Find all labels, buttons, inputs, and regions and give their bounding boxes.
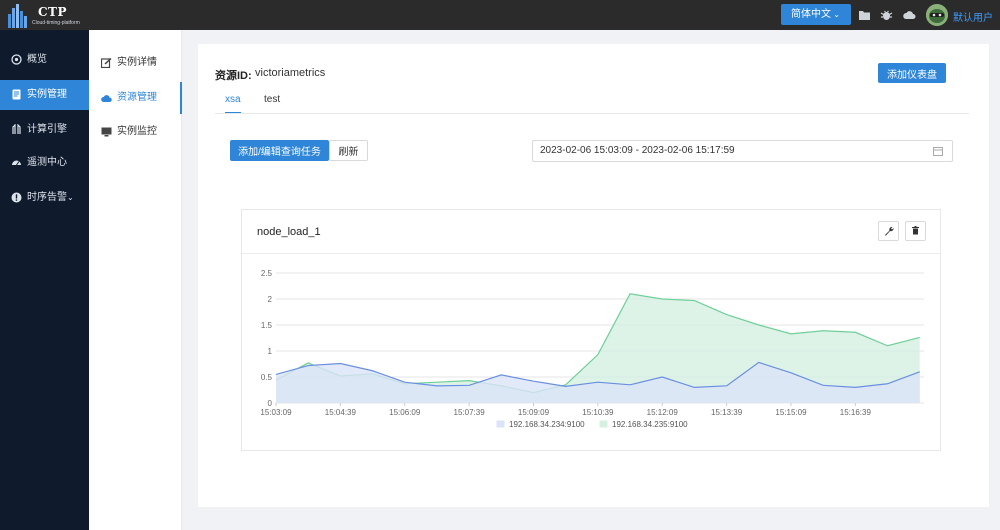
x-tick-label: 15:13:39 — [711, 408, 743, 417]
sidebar-item-telemetry[interactable]: 遥测中心 — [0, 148, 89, 178]
subnav-item-label: 实例监控 — [117, 126, 157, 137]
cloud-icon[interactable] — [903, 9, 916, 21]
tab-xsa[interactable]: xsa — [225, 94, 241, 114]
logo-subtitle: Cloud-timing-platform — [32, 20, 80, 26]
tab-test[interactable]: test — [264, 94, 280, 114]
x-tick-label: 15:03:09 — [260, 408, 292, 417]
sidebar-item-label: 计算引擎 — [27, 124, 67, 135]
legend-swatch — [496, 420, 505, 428]
sub-navigation: 实例详情 资源管理 实例监控 — [89, 30, 182, 530]
trash-icon — [912, 226, 919, 235]
alert-icon — [11, 192, 22, 203]
x-tick-label: 15:07:39 — [454, 408, 486, 417]
time-range-value: 2023-02-06 15:03:09 - 2023-02-06 15:17:5… — [540, 145, 735, 156]
sidebar-item-engine[interactable]: 计算引擎 — [0, 115, 89, 145]
monitor-icon — [101, 127, 112, 137]
tabs-divider — [215, 113, 969, 114]
chevron-down-icon: ⌄ — [833, 10, 840, 19]
x-tick-label: 15:04:39 — [325, 408, 357, 417]
sidebar-item-label: 概览 — [27, 54, 47, 65]
sidebar-item-instances[interactable]: 实例管理 — [0, 80, 89, 110]
bug-icon[interactable] — [880, 9, 893, 21]
x-tick-label: 15:15:09 — [775, 408, 807, 417]
x-tick-label: 15:16:39 — [840, 408, 872, 417]
chart-panel-header: node_load_1 — [242, 210, 940, 254]
add-query-button[interactable]: 添加/编辑查询任务 — [230, 140, 329, 161]
time-range-picker[interactable]: 2023-02-06 15:03:09 - 2023-02-06 15:17:5… — [532, 140, 953, 162]
legend-label: 192.168.34.234:9100 — [509, 420, 585, 429]
language-select[interactable]: 简体中文 ⌄ — [781, 4, 851, 25]
x-tick-label: 15:12:09 — [647, 408, 679, 417]
legend-swatch — [599, 420, 608, 428]
chart: 0 0.5 1 1.5 2 2.5 15:03:09 15:04:39 15:06:09 15:0… — [260, 269, 924, 429]
subnav-item-resources[interactable]: 资源管理 — [89, 82, 182, 114]
legend-label: 192.168.34.235:9100 — [612, 420, 688, 429]
avatar[interactable] — [926, 4, 948, 26]
wrench-icon — [885, 226, 894, 236]
y-tick-label: 2.5 — [261, 269, 273, 278]
y-tick-label: 0 — [268, 399, 273, 408]
edit-icon — [101, 58, 112, 68]
subnav-item-details[interactable]: 实例详情 — [89, 47, 182, 79]
add-dashboard-button[interactable]: 添加仪表盘 — [878, 63, 946, 83]
engine-icon — [12, 124, 21, 134]
chart-panel: node_load_1 0 0.5 1 1.5 2 2.5 15:03:09 15:04:39… — [241, 209, 941, 451]
sidebar-item-label: 时序告警 — [27, 192, 67, 203]
sidebar: 概览 实例管理 计算引擎 遥测中心 时序告警⌄ — [0, 30, 89, 530]
sidebar-item-label: 遥测中心 — [27, 157, 67, 168]
top-bar: CTP Cloud-timing-platform 简体中文 ⌄ 默认用户 — [0, 0, 1000, 30]
logo[interactable]: CTP Cloud-timing-platform — [6, 2, 86, 28]
subnav-item-label: 实例详情 — [117, 57, 157, 68]
edit-panel-button[interactable] — [878, 221, 899, 241]
resource-id-label: 资源ID: — [215, 70, 252, 82]
main-panel: 资源ID: victoriametrics 添加仪表盘 xsa test 添加/… — [198, 44, 989, 507]
x-tick-label: 15:06:09 — [389, 408, 421, 417]
city-logo-icon — [8, 4, 27, 28]
delete-panel-button[interactable] — [905, 221, 926, 241]
refresh-button[interactable]: 刷新 — [329, 140, 368, 161]
y-tick-label: 1.5 — [261, 321, 273, 330]
instance-icon — [12, 89, 21, 100]
y-tick-label: 2 — [268, 295, 273, 304]
language-label: 简体中文 — [791, 9, 831, 20]
y-tick-label: 1 — [268, 347, 273, 356]
resource-id-value: victoriametrics — [255, 67, 326, 79]
calendar-icon — [933, 147, 943, 156]
sidebar-item-label: 实例管理 — [27, 89, 67, 100]
logo-title: CTP — [38, 5, 68, 19]
subnav-item-label: 资源管理 — [117, 92, 157, 103]
sidebar-item-alerts[interactable]: 时序告警⌄ — [0, 183, 89, 213]
telemetry-icon — [12, 160, 21, 166]
username[interactable]: 默认用户 — [953, 9, 993, 24]
x-tick-label: 15:09:09 — [518, 408, 550, 417]
folder-icon[interactable] — [858, 9, 871, 21]
cloud-icon — [101, 95, 112, 102]
subnav-item-monitoring[interactable]: 实例监控 — [89, 116, 182, 148]
sidebar-item-overview[interactable]: 概览 — [0, 45, 89, 75]
y-tick-label: 0.5 — [261, 373, 273, 382]
x-tick-label: 15:10:39 — [582, 408, 614, 417]
user-avatar-icon — [926, 4, 948, 26]
chart-panel-title: node_load_1 — [257, 226, 321, 238]
dashboard-icon — [11, 54, 22, 65]
chevron-down-icon: ⌄ — [67, 193, 74, 202]
